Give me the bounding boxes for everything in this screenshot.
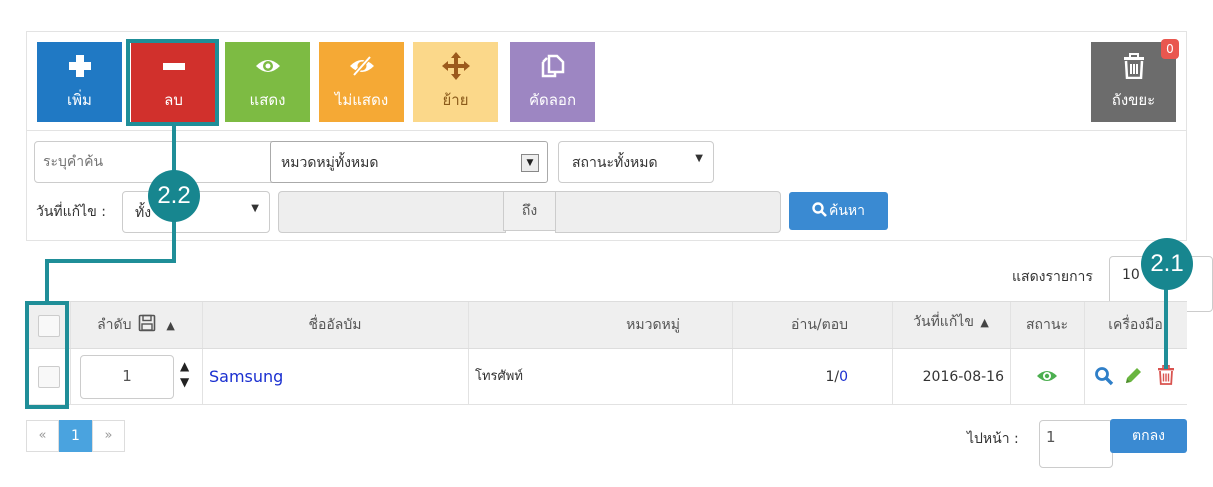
header-status[interactable]: สถานะ	[1010, 302, 1084, 348]
eye-icon	[1037, 371, 1057, 381]
annotation-line	[45, 259, 176, 263]
go-button[interactable]: ตกลง	[1110, 419, 1187, 453]
chevron-down-icon: ▼	[251, 203, 259, 214]
display-count-value: 10	[1122, 267, 1140, 283]
eye-icon	[255, 60, 280, 72]
trash-label: ถังขยะ	[1111, 91, 1156, 109]
to-label: ถึง	[521, 203, 538, 219]
goto-page-input[interactable]: 1	[1039, 420, 1113, 468]
header-read-reply[interactable]: อ่าน/ตอบ	[732, 302, 892, 348]
trash-icon	[1123, 53, 1144, 79]
modified-date-cell: 2016-08-16	[922, 369, 1004, 385]
read-reply-cell: 1/0	[825, 369, 848, 385]
copy-button[interactable]: คัดลอก	[510, 42, 595, 122]
hide-button[interactable]: ไม่แสดง	[319, 42, 404, 122]
callout-2-1: 2.1	[1141, 238, 1193, 290]
display-count-label: แสดงรายการ	[1012, 269, 1093, 285]
category-select-value: หมวดหมู่ทั้งหมด	[281, 155, 379, 171]
header-album-name[interactable]: ชื่ออัลบัม	[202, 302, 468, 348]
annotation-line	[45, 259, 49, 304]
highlight-checkbox-column	[25, 301, 69, 409]
dropdown-arrow-icon: ▼	[521, 154, 539, 172]
header-order[interactable]: ลำดับ ▲	[70, 302, 202, 348]
view-icon[interactable]	[1094, 366, 1114, 386]
add-label: เพิ่ม	[67, 91, 92, 109]
highlight-delete-button	[126, 39, 219, 126]
header-category[interactable]: หมวดหมู่	[468, 302, 732, 348]
status-toggle[interactable]	[1036, 368, 1058, 388]
move-label: ย้าย	[442, 91, 469, 109]
sort-up-icon: ▲	[166, 319, 175, 332]
pagination-current[interactable]: 1	[59, 420, 92, 452]
pagination-prev[interactable]: «	[26, 420, 59, 452]
category-cell: โทรศัพท์	[475, 369, 523, 384]
to-addon: ถึง	[503, 191, 556, 231]
date-range-value: ทั้ง	[135, 205, 152, 221]
status-select-value: สถานะทั้งหมด	[572, 155, 658, 171]
sort-up-icon: ▲	[980, 316, 989, 329]
search-button[interactable]: ค้นหา	[789, 192, 888, 230]
header-tools: เครื่องมือ	[1108, 317, 1163, 333]
annotation-line	[1164, 283, 1168, 369]
plus-icon	[68, 55, 91, 77]
copy-label: คัดลอก	[528, 91, 577, 109]
table-header: ลำดับ ▲ ชื่ออัลบัม หมวดหมู่ อ่าน/ตอบ วัน…	[26, 301, 1187, 349]
copy-icon	[541, 54, 564, 78]
callout-2-2: 2.2	[148, 170, 200, 222]
goto-page-label: ไปหน้า :	[967, 431, 1019, 447]
order-input[interactable]: 1	[80, 355, 174, 399]
show-label: แสดง	[249, 91, 286, 109]
reply-count-link[interactable]: 0	[839, 369, 848, 385]
search-button-label: ค้นหา	[828, 203, 866, 219]
album-name-link[interactable]: Samsung	[209, 349, 283, 405]
show-button[interactable]: แสดง	[225, 42, 310, 122]
sort-down-icon[interactable]: ▼	[180, 375, 189, 389]
order-stepper[interactable]: ▲ ▼	[178, 359, 194, 395]
add-button[interactable]: เพิ่ม	[37, 42, 122, 122]
sort-up-icon[interactable]: ▲	[180, 359, 189, 373]
date-from-input[interactable]	[278, 191, 506, 233]
chevron-down-icon: ▼	[695, 153, 703, 164]
move-arrows-icon	[441, 52, 470, 80]
date-to-input[interactable]	[555, 191, 781, 233]
table-row: 1 ▲ ▼ Samsung โทรศัพท์ 1/0 2016-08-16	[26, 349, 1187, 405]
trash-count-badge: 0	[1161, 39, 1179, 59]
eye-slash-icon	[349, 55, 374, 77]
edit-icon[interactable]	[1123, 366, 1143, 386]
header-modified[interactable]: วันที่แก้ไข ▲	[892, 302, 1010, 348]
date-modified-label: วันที่แก้ไข :	[36, 204, 106, 220]
search-icon	[812, 202, 827, 217]
hide-label: ไม่แสดง	[334, 91, 389, 109]
status-select[interactable]: สถานะทั้งหมด ▼	[558, 141, 714, 183]
category-select[interactable]: หมวดหมู่ทั้งหมด ▼	[270, 141, 548, 183]
pagination-next[interactable]: »	[92, 420, 125, 452]
move-button[interactable]: ย้าย	[413, 42, 498, 122]
save-icon[interactable]	[138, 314, 156, 332]
